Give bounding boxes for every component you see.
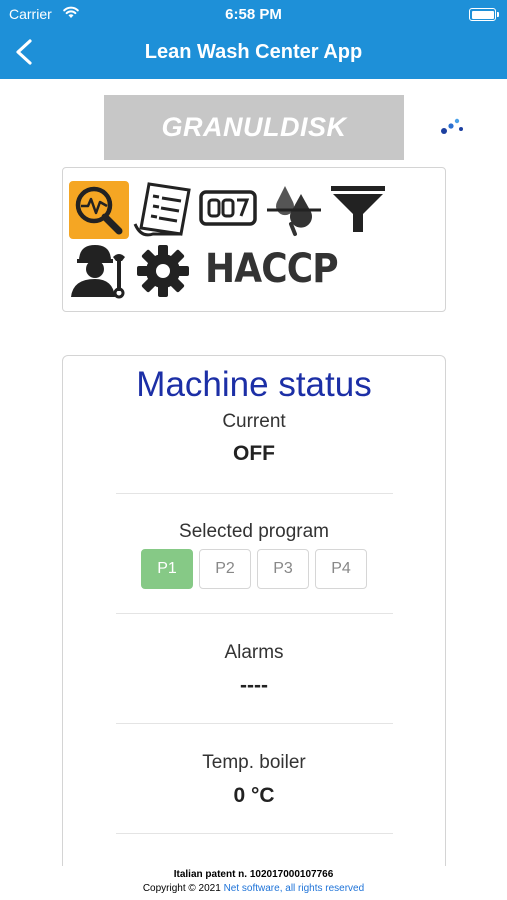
copyright-text: Copyright © 2021 Net software, all right… xyxy=(0,883,507,894)
copyright-prefix: Copyright © 2021 xyxy=(142,883,224,894)
divider xyxy=(116,833,393,834)
program-button-p2[interactable]: P2 xyxy=(199,549,251,589)
program-button-p1[interactable]: P1 xyxy=(141,549,193,589)
technician-icon xyxy=(71,245,125,299)
divider xyxy=(116,723,393,724)
haccp-button[interactable]: HACCP xyxy=(205,246,339,292)
granuldisk-logo: GRANULDISK xyxy=(104,95,463,160)
alarms-value: ---- xyxy=(240,674,268,697)
patent-text: Italian patent n. 102017000107766 xyxy=(173,869,334,880)
filter-funnel-icon xyxy=(331,186,385,232)
program-label: Selected program xyxy=(179,521,329,542)
clock-label: 6:58 PM xyxy=(225,6,282,23)
settings-button[interactable] xyxy=(135,244,191,298)
document-list-icon xyxy=(133,182,191,237)
filter-button[interactable] xyxy=(329,182,387,236)
machine-status-card: Machine status Current OFF Selected prog… xyxy=(62,355,446,875)
current-label: Current xyxy=(222,411,286,432)
temp-boiler-value: 0 °C xyxy=(233,784,275,807)
water-button[interactable] xyxy=(263,180,325,238)
net-software-link[interactable]: Net software, all rights reserved xyxy=(224,883,365,894)
alarms-label: Alarms xyxy=(224,642,284,663)
program-button-p3[interactable]: P3 xyxy=(257,549,309,589)
card-title: Machine status xyxy=(136,365,372,404)
logo-text: GRANULDISK xyxy=(161,112,347,142)
logo-dots-icon xyxy=(431,118,463,139)
technician-button[interactable] xyxy=(69,241,131,299)
documents-button[interactable] xyxy=(131,180,193,240)
page-title: Lean Wash Center App xyxy=(144,41,363,63)
function-icon-panel: HACCP xyxy=(62,167,446,312)
divider xyxy=(116,493,393,494)
diagnostics-button[interactable] xyxy=(69,181,129,239)
counter-icon xyxy=(199,190,257,226)
temp-boiler-label: Temp. boiler xyxy=(202,752,306,773)
water-drops-icon xyxy=(267,186,321,236)
current-value: OFF xyxy=(233,442,275,465)
divider xyxy=(116,613,393,614)
status-bar: Carrier 6:58 PM xyxy=(0,0,507,30)
footer: Italian patent n. 102017000107766 Copyri… xyxy=(0,866,507,900)
diagnostics-icon xyxy=(75,186,123,235)
gear-icon xyxy=(137,245,189,297)
app-header: Carrier 6:58 PM Lean Wash Center App xyxy=(0,0,507,79)
counter-button[interactable] xyxy=(198,186,258,230)
battery-icon xyxy=(469,8,499,21)
program-button-p4[interactable]: P4 xyxy=(315,549,367,589)
